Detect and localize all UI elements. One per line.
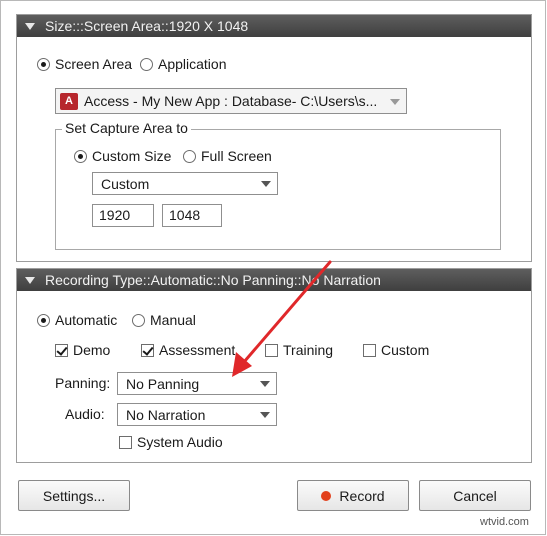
cancel-button[interactable]: Cancel (419, 480, 531, 511)
record-button-label: Record (339, 487, 385, 504)
record-dot-icon (321, 490, 332, 501)
settings-button-label: Settings... (42, 487, 106, 504)
cancel-button-label: Cancel (453, 487, 497, 504)
annotation-arrow-icon (232, 260, 332, 377)
record-button[interactable]: Record (297, 480, 409, 511)
watermark: wtvid.com (480, 516, 529, 528)
settings-button[interactable]: Settings... (18, 480, 130, 511)
